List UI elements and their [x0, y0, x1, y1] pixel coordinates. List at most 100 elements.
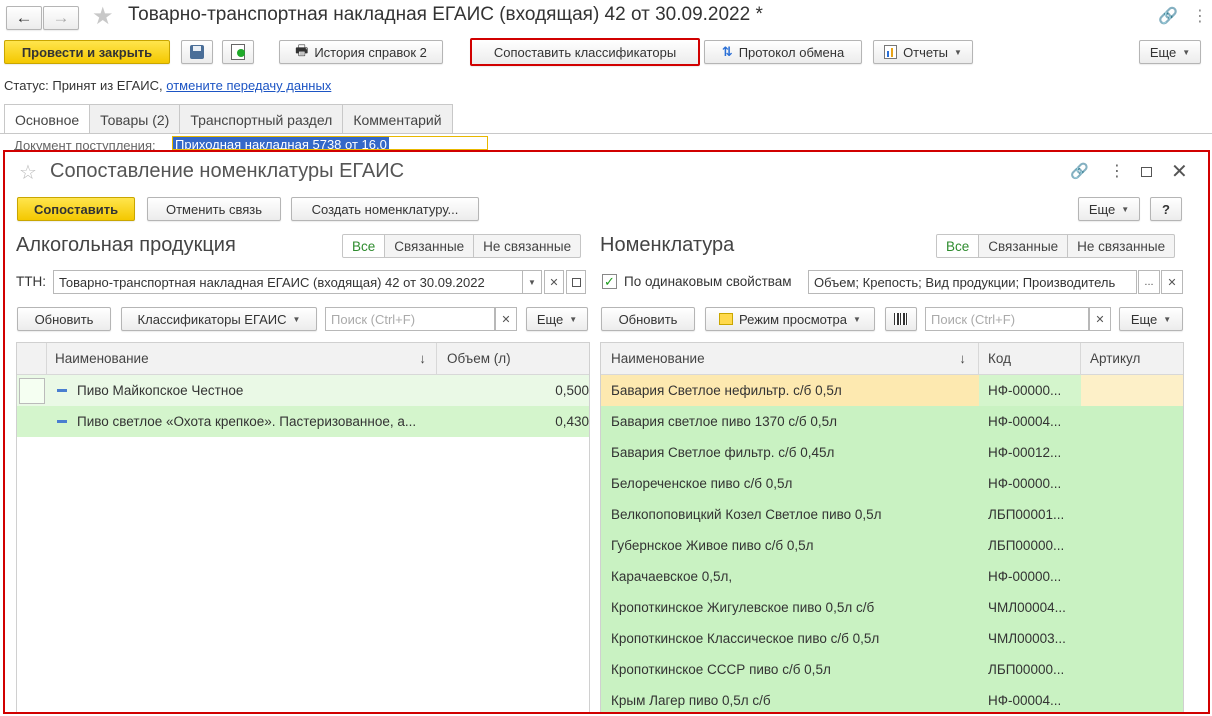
table-row[interactable]: Крым Лагер пиво 0,5л с/б НФ-00004...: [601, 685, 1183, 712]
table-row[interactable]: Велкопоповицкий Козел Светлое пиво 0,5л Л…: [601, 499, 1183, 530]
forward-button[interactable]: →: [43, 6, 79, 30]
caret-down-icon: ▼: [569, 314, 578, 324]
ttn-open-button[interactable]: [566, 270, 586, 294]
left-search-clear-button[interactable]: ✕: [495, 307, 517, 331]
create-nomenclature-button[interactable]: Создать номенклатуру...: [291, 197, 479, 221]
column-name[interactable]: Наименование ↓: [601, 343, 979, 375]
maximize-icon[interactable]: [1141, 167, 1152, 177]
row-article: [1081, 437, 1183, 468]
right-filter-linked[interactable]: Связанные: [978, 235, 1067, 257]
dialog-menu-icon[interactable]: ⋮: [1109, 161, 1125, 181]
left-more-button[interactable]: Еще ▼: [526, 307, 588, 331]
right-refresh-button[interactable]: Обновить: [601, 307, 695, 331]
dialog-title: Сопоставление номенклатуры ЕГАИС: [50, 160, 405, 182]
right-filter-all[interactable]: Все: [937, 235, 979, 257]
menu-dots-icon[interactable]: ⋮: [1192, 6, 1208, 26]
caret-down-icon: ▼: [1182, 47, 1191, 57]
floppy-disk-icon: [190, 45, 204, 59]
post-and-close-button[interactable]: Провести и закрыть: [4, 40, 170, 64]
nomenclature-rows: Бавария Светлое нефильтр. с/б 0,5л НФ-000…: [601, 375, 1183, 712]
help-button[interactable]: ?: [1150, 197, 1182, 221]
table-row[interactable]: Кропоткинское Классическое пиво с/б 0,5л…: [601, 623, 1183, 654]
column-name[interactable]: Наименование ↓: [47, 343, 437, 375]
barcode-button[interactable]: [885, 307, 917, 331]
egais-classifiers-button[interactable]: Классификаторы ЕГАИС ▼: [121, 307, 317, 331]
tab-main[interactable]: Основное: [4, 104, 91, 134]
ttn-clear-button[interactable]: ✕: [544, 270, 564, 294]
row-name: Кропоткинское Жигулевское пиво 0,5л с/б: [611, 600, 875, 615]
row-code: НФ-00000...: [988, 476, 1062, 491]
back-button[interactable]: ←: [6, 6, 42, 30]
arrow-right-icon: →: [52, 8, 70, 27]
save-button[interactable]: [181, 40, 213, 64]
map-classifiers-button[interactable]: Сопоставить классификаторы: [470, 38, 700, 66]
star-icon[interactable]: ★: [92, 2, 114, 31]
same-props-field[interactable]: Объем; Крепость; Вид продукции; Производ…: [808, 270, 1137, 294]
ttn-dropdown-button[interactable]: ▼: [522, 270, 542, 294]
table-row[interactable]: Кропоткинское Жигулевское пиво 0,5л с/б Ч…: [601, 592, 1183, 623]
right-filter-unlinked[interactable]: Не связанные: [1067, 235, 1174, 257]
tab-comment[interactable]: Комментарий: [342, 104, 453, 134]
ttn-field[interactable]: Товарно-транспортная накладная ЕГАИС (вх…: [53, 270, 523, 294]
same-props-checkbox[interactable]: ✓: [602, 274, 617, 289]
close-icon[interactable]: ✕: [1171, 159, 1188, 184]
left-refresh-button[interactable]: Обновить: [17, 307, 111, 331]
row-checkbox[interactable]: [19, 377, 45, 404]
row-name: Велкопоповицкий Козел Светлое пиво 0,5л: [611, 507, 882, 522]
unlink-button[interactable]: Отменить связь: [147, 197, 281, 221]
same-props-label: По одинаковым свойствам: [624, 274, 792, 289]
alcohol-heading: Алкогольная продукция: [16, 234, 236, 256]
left-filter-all[interactable]: Все: [343, 235, 385, 257]
item-icon: [57, 389, 67, 392]
table-row[interactable]: Пиво светлое «Охота крепкое». Пастеризов…: [17, 406, 589, 437]
table-row[interactable]: Губернское Живое пиво с/б 0,5л ЛБП00000..…: [601, 530, 1183, 561]
left-filter-linked[interactable]: Связанные: [384, 235, 473, 257]
table-row[interactable]: Бавария светлое пиво 1370 с/б 0,5л НФ-000…: [601, 406, 1183, 437]
clear-icon: ✕: [501, 313, 511, 326]
view-mode-button[interactable]: Режим просмотра ▼: [705, 307, 875, 331]
table-row[interactable]: Кропоткинское СССР пиво с/б 0,5л ЛБП00000…: [601, 654, 1183, 685]
post-document-button[interactable]: [222, 40, 254, 64]
column-article[interactable]: Артикул: [1081, 351, 1140, 366]
link-icon[interactable]: 🔗: [1158, 6, 1178, 26]
barcode-icon: [894, 313, 908, 325]
caret-down-icon: ▼: [292, 314, 301, 324]
status-line: Статус: Принят из ЕГАИС, отмените переда…: [4, 78, 332, 93]
row-code: НФ-00012...: [988, 445, 1062, 460]
history-button[interactable]: 🖶 История справок 2: [279, 40, 443, 64]
mapping-dialog: ☆ Сопоставление номенклатуры ЕГАИС 🔗 ⋮ ✕…: [3, 150, 1210, 714]
same-props-clear-button[interactable]: ✕: [1161, 270, 1183, 294]
view-mode-icon: [719, 313, 734, 325]
column-code[interactable]: Код: [979, 343, 1081, 375]
dialog-link-icon[interactable]: 🔗: [1070, 162, 1089, 180]
dialog-star-icon[interactable]: ☆: [19, 160, 37, 185]
caret-down-icon: ▼: [1121, 204, 1130, 214]
same-props-select-button[interactable]: ...: [1138, 270, 1160, 294]
clear-icon: ✕: [1095, 313, 1105, 326]
tab-goods[interactable]: Товары (2): [89, 104, 181, 134]
dialog-more-button[interactable]: Еще ▼: [1078, 197, 1140, 221]
row-name: Бавария Светлое фильтр. с/б 0,45л: [611, 445, 835, 460]
cancel-transfer-link[interactable]: отмените передачу данных: [166, 78, 331, 93]
map-button[interactable]: Сопоставить: [17, 197, 135, 221]
left-search-input[interactable]: Поиск (Ctrl+F): [325, 307, 495, 331]
table-row[interactable]: Белореченское пиво с/б 0,5л НФ-00000...: [601, 468, 1183, 499]
tabs-divider: [0, 133, 1212, 134]
table-row[interactable]: Карачаевское 0,5л, НФ-00000...: [601, 561, 1183, 592]
receipt-doc-field[interactable]: Приходная накладная 5738 от 16.0: [172, 136, 488, 150]
more-button[interactable]: Еще ▼: [1139, 40, 1201, 64]
tab-transport[interactable]: Транспортный раздел: [179, 104, 344, 134]
right-more-button[interactable]: Еще ▼: [1119, 307, 1183, 331]
reports-button[interactable]: Отчеты ▼: [873, 40, 973, 64]
protocol-button[interactable]: ⇅ Протокол обмена: [704, 40, 862, 64]
row-name: Карачаевское 0,5л,: [611, 569, 733, 584]
column-volume[interactable]: Объем (л): [437, 351, 511, 366]
left-filter-unlinked[interactable]: Не связанные: [473, 235, 580, 257]
table-row[interactable]: Бавария Светлое фильтр. с/б 0,45л НФ-0001…: [601, 437, 1183, 468]
row-code: НФ-00000...: [988, 383, 1062, 398]
right-search-clear-button[interactable]: ✕: [1089, 307, 1111, 331]
table-row[interactable]: Бавария Светлое нефильтр. с/б 0,5л НФ-000…: [601, 375, 1183, 406]
table-row[interactable]: Пиво Майкопское Честное 0,500: [17, 375, 589, 406]
right-search-input[interactable]: Поиск (Ctrl+F): [925, 307, 1089, 331]
row-code: НФ-00000...: [988, 569, 1062, 584]
